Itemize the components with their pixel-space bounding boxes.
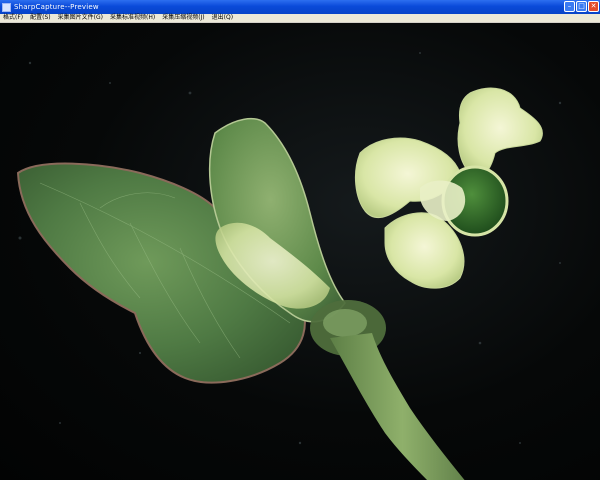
window-title: SharpCapture--Preview	[14, 3, 99, 11]
stem	[330, 333, 465, 480]
minimize-icon[interactable]: –	[564, 1, 575, 12]
menu-capture-image[interactable]: 采集图片文件(G)	[58, 14, 103, 22]
sharpcapture-window: SharpCapture--Preview – □ ✕ 格式(F) 配置(S) …	[0, 0, 600, 480]
maximize-icon[interactable]: □	[576, 1, 587, 12]
right-flower	[354, 87, 543, 289]
close-icon[interactable]: ✕	[588, 1, 599, 12]
app-icon	[2, 2, 11, 12]
menu-capture-standard-video[interactable]: 采集标准视频(H)	[110, 14, 155, 22]
microscope-image	[16, 52, 562, 480]
title-bar[interactable]: SharpCapture--Preview – □ ✕	[0, 0, 600, 14]
camera-preview	[0, 23, 600, 480]
menu-format[interactable]: 格式(F)	[3, 14, 23, 22]
menu-exit[interactable]: 退出(Q)	[212, 14, 233, 22]
menu-bar: 格式(F) 配置(S) 采集图片文件(G) 采集标准视频(H) 采集压缩视频(J…	[0, 14, 600, 23]
window-controls: – □ ✕	[564, 1, 599, 12]
menu-capture-compressed-video[interactable]: 采集压缩视频(J)	[162, 14, 204, 22]
menu-settings[interactable]: 配置(S)	[30, 14, 51, 22]
